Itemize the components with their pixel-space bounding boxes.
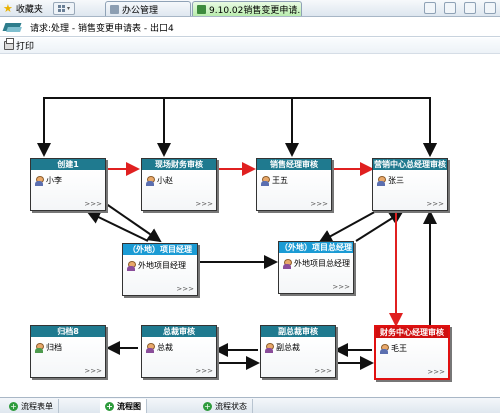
node-title: 归档8 [31,326,105,337]
tab-workflow-form[interactable]: + 流程表单 [4,399,59,413]
print-label: 打印 [16,42,35,52]
node-user: 毛王 [391,344,407,353]
add-icon: + [203,401,212,411]
bottom-tab-bar: + 流程表单 + 流程图 + 流程状态 [0,397,500,413]
app-window: ★ 收藏夹 ▾ 办公管理 9.10.02销售变更申请... ✕ 请求:处理 - … [0,0,500,413]
print-button[interactable]: 打印 [4,38,35,52]
node-title: 营销中心总经理审核 [373,159,447,170]
user-icon [377,175,386,186]
tab-label: 办公管理 [122,5,159,16]
workflow-node-field-finance[interactable]: 现场财务审核 小赵 >>> [141,158,217,211]
node-more-link[interactable]: >>> [310,200,328,208]
node-title: 财务中心经理审核 [376,327,448,338]
user-icon [146,175,155,186]
node-title: 总裁审核 [142,326,216,337]
page-toolbar: 打印 [0,38,500,54]
node-user: 小李 [46,176,62,185]
node-more-link[interactable]: >>> [426,200,444,208]
workflow-canvas: 创建1 小李 >>> 现场财务审核 小赵 >>> 销售经理审核 王五 >>> 营… [0,55,500,397]
browser-tab-office[interactable]: 办公管理 [105,1,191,16]
tab-label: 9.10.02销售变更申请... [209,5,302,16]
node-title: 销售经理审核 [257,159,331,170]
tab-label: 流程状态 [215,401,247,411]
tab-grid-button[interactable]: ▾ [53,2,75,15]
feeds-icon[interactable] [444,2,456,14]
add-icon: + [105,401,114,411]
node-user: 副总裁 [276,343,300,352]
loop-connector [43,97,437,157]
node-more-link[interactable]: >>> [332,283,350,291]
browser-toolbar: ★ 收藏夹 ▾ 办公管理 9.10.02销售变更申请... ✕ [0,0,500,17]
workflow-node-create[interactable]: 创建1 小李 >>> [30,158,106,211]
node-more-link[interactable]: >>> [84,200,102,208]
node-user: 小赵 [157,176,173,185]
node-more-link[interactable]: >>> [195,200,213,208]
user-icon [265,342,274,353]
workflow-node-marketing-gm[interactable]: 营销中心总经理审核 张三 >>> [372,158,448,211]
workflow-logo-icon [2,21,24,34]
node-user: 总裁 [157,343,173,352]
node-title: （外地）项目总经理 [279,242,353,253]
tab-workflow-diagram[interactable]: + 流程图 [100,399,147,413]
tab-label: 流程表单 [21,401,53,411]
node-user: 归档 [46,343,62,352]
node-user: 外地项目总经理 [294,259,350,268]
user-icon [127,260,136,271]
user-icon [283,258,292,269]
workflow-node-vp-review[interactable]: 副总裁审核 副总裁 >>> [260,325,336,378]
browser-tools [424,2,496,14]
home-icon[interactable] [424,2,436,14]
page-icon [110,4,119,14]
node-user: 外地项目经理 [138,261,186,270]
user-icon [146,342,155,353]
mail-icon[interactable] [464,2,476,14]
page-header: 请求:处理 - 销售变更申请表 - 出口4 [0,18,500,37]
user-icon [261,175,270,186]
node-more-link[interactable]: >>> [176,285,194,293]
grid-icon [57,5,65,12]
tab-label: 流程图 [117,401,141,411]
chevron-down-icon: ▾ [66,5,70,12]
user-icon [35,342,44,353]
node-title: （外地）项目经理 [123,244,197,255]
workflow-node-ext-proj-mgr[interactable]: （外地）项目经理 外地项目经理 >>> [122,243,198,296]
workflow-node-ext-proj-gm[interactable]: （外地）项目总经理 外地项目总经理 >>> [278,241,354,294]
workflow-node-sales-mgr[interactable]: 销售经理审核 王五 >>> [256,158,332,211]
user-icon [35,175,44,186]
node-more-link[interactable]: >>> [195,367,213,375]
page-title: 请求:处理 - 销售变更申请表 - 出口4 [30,23,174,34]
workflow-node-archive[interactable]: 归档8 归档 >>> [30,325,106,378]
node-user: 张三 [388,176,404,185]
node-title: 现场财务审核 [142,159,216,170]
node-title: 副总裁审核 [261,326,335,337]
workflow-node-finance-gm[interactable]: 财务中心经理审核 毛王 >>> [374,325,450,380]
favorites-button[interactable]: ★ 收藏夹 [3,2,43,15]
node-more-link[interactable]: >>> [84,367,102,375]
page-icon [197,4,206,14]
print-icon[interactable] [484,2,496,14]
user-icon [380,343,389,354]
node-more-link[interactable]: >>> [314,367,332,375]
star-icon: ★ [3,2,13,15]
workflow-node-ceo-review[interactable]: 总裁审核 总裁 >>> [141,325,217,378]
browser-tab-request[interactable]: 9.10.02销售变更申请... ✕ [192,1,302,16]
favorites-label: 收藏夹 [15,5,43,15]
tab-workflow-status[interactable]: + 流程状态 [198,399,253,413]
node-user: 王五 [272,176,288,185]
add-icon: + [9,401,18,411]
printer-icon [4,38,14,50]
node-more-link[interactable]: >>> [427,368,445,376]
node-title: 创建1 [31,159,105,170]
